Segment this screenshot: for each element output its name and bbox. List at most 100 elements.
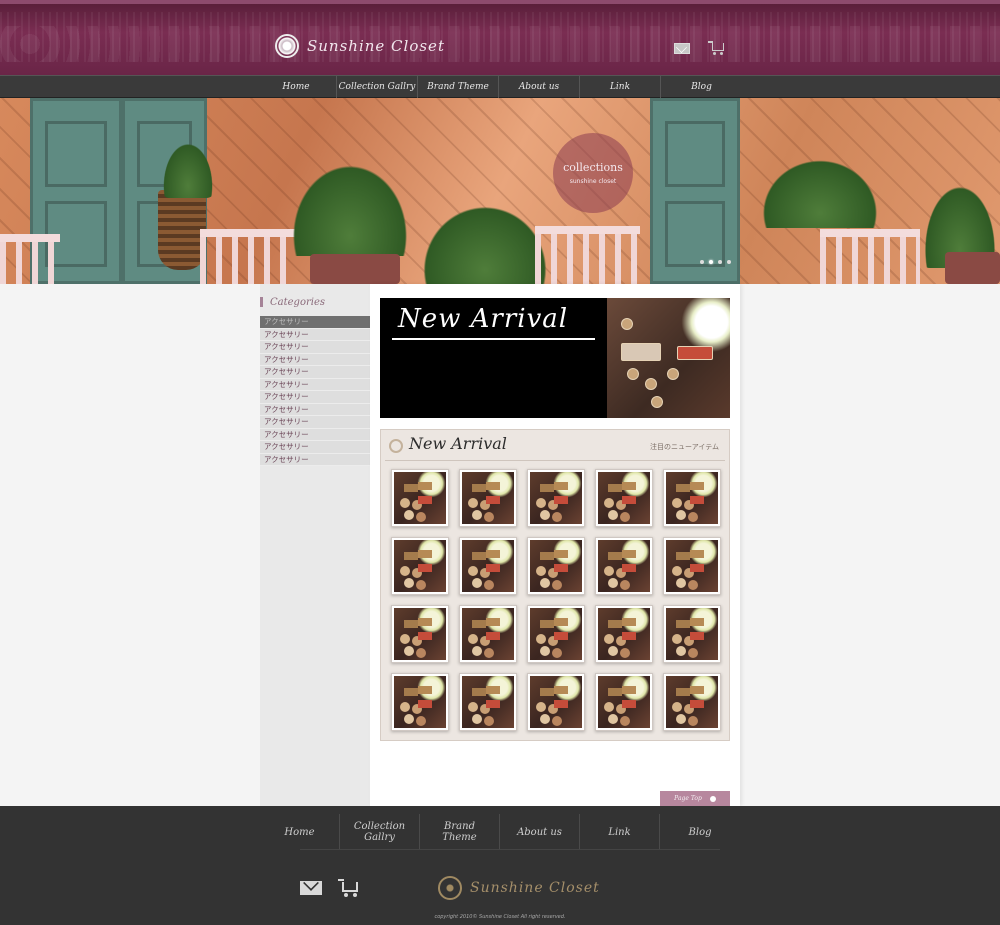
product-image: [598, 472, 650, 524]
copyright: copyright 2010© Sunshine Closet All righ…: [434, 914, 566, 920]
product-thumbnail[interactable]: [595, 469, 653, 527]
product-image: [394, 676, 446, 728]
card-product: [621, 343, 661, 361]
nav-blog[interactable]: Blog: [661, 76, 742, 98]
mail-icon[interactable]: [300, 881, 322, 895]
cart-icon[interactable]: [708, 41, 724, 55]
badge-title: collections: [563, 161, 623, 174]
category-list: アクセサリー アクセサリー アクセサリー アクセサリー アクセサリー アクセサリー アクセサ…: [260, 316, 370, 466]
category-item[interactable]: アクセサリー: [260, 353, 370, 366]
product-thumbnail[interactable]: [459, 469, 517, 527]
site-header: Sunshine Closet: [0, 0, 1000, 75]
product-thumbnail[interactable]: [391, 469, 449, 527]
category-item[interactable]: アクセサリー: [260, 391, 370, 404]
new-arrival-banner[interactable]: New Arrival: [380, 298, 730, 418]
footer-nav-about-us[interactable]: About us: [500, 814, 580, 850]
product-thumbnail[interactable]: [595, 537, 653, 595]
product-image: [394, 472, 446, 524]
category-item[interactable]: アクセサリー: [260, 416, 370, 429]
product-thumbnail[interactable]: [391, 537, 449, 595]
product-image: [598, 608, 650, 660]
category-item[interactable]: アクセサリー: [260, 441, 370, 454]
footer-logo[interactable]: Sunshine Closet: [438, 876, 600, 900]
product-image: [462, 540, 514, 592]
card-product: [677, 346, 713, 360]
product-thumbnail[interactable]: [527, 469, 585, 527]
footer-nav-blog[interactable]: Blog: [660, 814, 740, 850]
plant: [755, 153, 885, 228]
category-item[interactable]: アクセサリー: [260, 403, 370, 416]
page-top-label: Page Top: [674, 795, 702, 802]
footer-nav-brand-theme[interactable]: Brand Theme: [420, 814, 500, 850]
product-grid: [391, 469, 721, 731]
product-thumbnail[interactable]: [391, 605, 449, 663]
button-product: [621, 318, 633, 330]
button-product: [645, 378, 657, 390]
header-pattern: [0, 26, 1000, 62]
product-image: [530, 540, 582, 592]
nav-collection-gallery[interactable]: Collection Gallry: [337, 76, 418, 98]
category-item[interactable]: アクセサリー: [260, 378, 370, 391]
product-thumbnail[interactable]: [459, 537, 517, 595]
product-thumbnail[interactable]: [527, 673, 585, 731]
footer-nav-home[interactable]: Home: [260, 814, 340, 850]
slide-dot[interactable]: [718, 260, 722, 264]
product-thumbnail[interactable]: [391, 673, 449, 731]
category-item[interactable]: アクセサリー: [260, 328, 370, 341]
footer-nav-link[interactable]: Link: [580, 814, 660, 850]
product-image: [598, 540, 650, 592]
button-product: [627, 368, 639, 380]
slide-indicators: [700, 260, 731, 264]
button-product: [651, 396, 663, 408]
product-thumbnail[interactable]: [595, 673, 653, 731]
hero-slideshow[interactable]: collections sunshine closet: [0, 98, 1000, 284]
hanging-basket: [158, 190, 206, 270]
category-item[interactable]: アクセサリー: [260, 316, 370, 329]
green-door: [650, 98, 740, 284]
product-thumbnail[interactable]: [663, 673, 721, 731]
category-item[interactable]: アクセサリー: [260, 453, 370, 466]
logo-text: Sunshine Closet: [307, 37, 445, 55]
section-header: New Arrival 注目のニューアイテム: [385, 430, 725, 461]
collections-badge[interactable]: collections sunshine closet: [553, 133, 633, 213]
product-image: [394, 540, 446, 592]
mail-icon[interactable]: [674, 43, 690, 54]
footer-logo-text: Sunshine Closet: [470, 880, 600, 896]
product-thumbnail[interactable]: [663, 469, 721, 527]
footer-nav-collection-gallery[interactable]: Collection Gallry: [340, 814, 420, 850]
chair: [200, 229, 295, 284]
banner-underline: [392, 338, 595, 340]
section-title: New Arrival: [409, 434, 507, 453]
slide-dot[interactable]: [727, 260, 731, 264]
product-thumbnail[interactable]: [459, 605, 517, 663]
nav-home[interactable]: Home: [256, 76, 337, 98]
product-thumbnail[interactable]: [663, 605, 721, 663]
category-item[interactable]: アクセサリー: [260, 341, 370, 354]
plant: [415, 198, 555, 284]
nav-link[interactable]: Link: [580, 76, 661, 98]
product-thumbnail[interactable]: [595, 605, 653, 663]
category-item[interactable]: アクセサリー: [260, 428, 370, 441]
product-image: [530, 608, 582, 660]
product-thumbnail[interactable]: [663, 537, 721, 595]
slide-dot[interactable]: [700, 260, 704, 264]
main-content: New Arrival New Arrival 注目のニューアイテム Page …: [370, 284, 740, 806]
section-subtitle: 注目のニューアイテム: [649, 443, 719, 451]
nav-about-us[interactable]: About us: [499, 76, 580, 98]
product-thumbnail[interactable]: [527, 605, 585, 663]
nav-brand-theme[interactable]: Brand Theme: [418, 76, 499, 98]
main-nav: Home Collection Gallry Brand Theme About…: [0, 75, 1000, 98]
category-sidebar: Categories アクセサリー アクセサリー アクセサリー アクセサリー アクセサリ…: [260, 284, 370, 806]
product-image: [666, 608, 718, 660]
plant: [160, 138, 216, 198]
slide-dot-active[interactable]: [709, 260, 713, 264]
site-logo[interactable]: Sunshine Closet: [275, 34, 445, 58]
category-item[interactable]: アクセサリー: [260, 366, 370, 379]
cart-icon[interactable]: [338, 879, 358, 897]
product-thumbnail[interactable]: [459, 673, 517, 731]
new-arrival-section: New Arrival 注目のニューアイテム: [380, 429, 730, 741]
product-image: [394, 608, 446, 660]
product-thumbnail[interactable]: [527, 537, 585, 595]
page-top-button[interactable]: Page Top: [660, 791, 730, 806]
product-image: [666, 472, 718, 524]
